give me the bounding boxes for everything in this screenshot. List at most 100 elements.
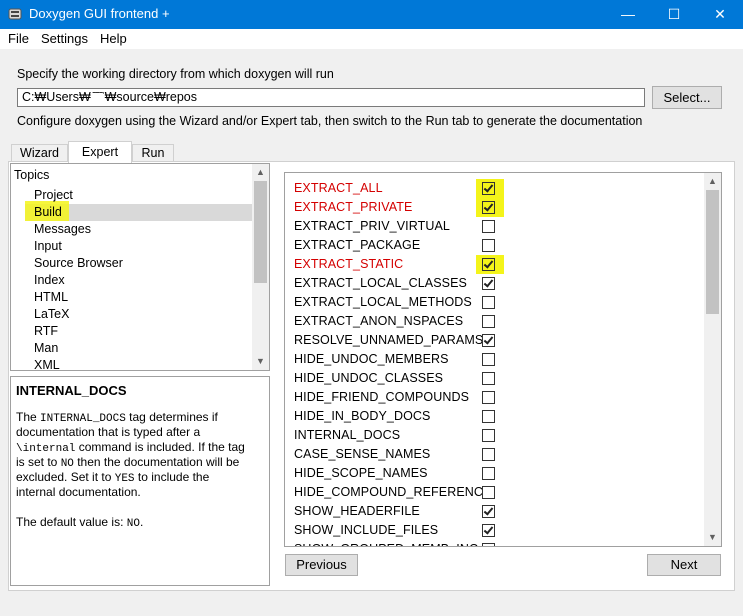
tab-wizard[interactable]: Wizard <box>11 144 68 162</box>
scroll-up-icon[interactable]: ▲ <box>704 173 721 190</box>
option-checkbox[interactable] <box>482 353 495 366</box>
minimize-button[interactable]: — <box>605 0 651 29</box>
option-name: EXTRACT_LOCAL_METHODS <box>294 295 472 309</box>
previous-button[interactable]: Previous <box>285 554 358 576</box>
topic-source-browser[interactable]: Source Browser <box>34 256 123 270</box>
help-code: NO <box>126 518 140 530</box>
help-code: YES <box>114 473 135 485</box>
options-scrollbar[interactable]: ▲ ▼ <box>704 173 721 546</box>
topic-messages[interactable]: Messages <box>34 222 91 236</box>
scroll-down-icon[interactable]: ▼ <box>704 529 721 546</box>
help-code: NO <box>60 458 74 470</box>
topic-html[interactable]: HTML <box>34 290 68 304</box>
topic-man[interactable]: Man <box>34 341 58 355</box>
tab-expert[interactable]: Expert <box>68 141 132 163</box>
checkmark-icon <box>483 505 494 516</box>
option-row: EXTRACT_LOCAL_METHODS <box>285 293 705 312</box>
option-checkbox[interactable] <box>482 182 495 195</box>
menu-help[interactable]: Help <box>100 31 127 46</box>
option-row: SHOW_GROUPED_MEMB_INC <box>285 540 705 546</box>
help-text-line: internal documentation. <box>16 485 141 499</box>
option-row: SHOW_INCLUDE_FILES <box>285 521 705 540</box>
option-row: INTERNAL_DOCS <box>285 426 705 445</box>
option-checkbox[interactable] <box>482 258 495 271</box>
option-checkbox[interactable] <box>482 467 495 480</box>
option-row: HIDE_UNDOC_CLASSES <box>285 369 705 388</box>
option-name: EXTRACT_LOCAL_CLASSES <box>294 276 467 290</box>
option-row: EXTRACT_ANON_NSPACES <box>285 312 705 331</box>
option-checkbox[interactable] <box>482 524 495 537</box>
checkmark-icon <box>483 258 494 269</box>
option-row: EXTRACT_PRIV_VIRTUAL <box>285 217 705 236</box>
menu-settings[interactable]: Settings <box>41 31 88 46</box>
topic-build[interactable]: Build <box>34 205 62 219</box>
tab-run[interactable]: Run <box>132 144 174 162</box>
topic-xml[interactable]: XML <box>34 358 60 370</box>
option-row: EXTRACT_LOCAL_CLASSES <box>285 274 705 293</box>
help-text-line: excluded. Set it to YES to include the <box>16 470 209 485</box>
menu-bar: File Settings Help <box>0 29 743 49</box>
option-checkbox[interactable] <box>482 486 495 499</box>
option-checkbox[interactable] <box>482 410 495 423</box>
option-checkbox[interactable] <box>482 372 495 385</box>
checkmark-icon <box>483 334 494 345</box>
topic-project[interactable]: Project <box>34 188 73 202</box>
topics-scrollbar[interactable]: ▲ ▼ <box>252 164 269 370</box>
help-code: \internal <box>16 443 76 455</box>
scroll-thumb[interactable] <box>254 181 267 283</box>
checkmark-icon <box>483 182 494 193</box>
menu-file[interactable]: File <box>8 31 29 46</box>
option-row: CASE_SENSE_NAMES <box>285 445 705 464</box>
help-title: INTERNAL_DOCS <box>16 383 127 398</box>
option-name: HIDE_SCOPE_NAMES <box>294 466 428 480</box>
option-name: EXTRACT_PRIV_VIRTUAL <box>294 219 450 233</box>
topic-index[interactable]: Index <box>34 273 65 287</box>
next-button[interactable]: Next <box>647 554 721 576</box>
option-row: EXTRACT_ALL <box>285 179 705 198</box>
option-checkbox[interactable] <box>482 277 495 290</box>
select-dir-button[interactable]: Select... <box>652 86 722 109</box>
configure-instructions: Configure doxygen using the Wizard and/o… <box>17 114 643 128</box>
option-checkbox[interactable] <box>482 239 495 252</box>
topic-latex[interactable]: LaTeX <box>34 307 69 321</box>
option-name: EXTRACT_STATIC <box>294 257 404 271</box>
help-text-line: The default value is: NO. <box>16 515 143 530</box>
option-name: SHOW_HEADERFILE <box>294 504 420 518</box>
option-row: SHOW_HEADERFILE <box>285 502 705 521</box>
option-checkbox[interactable] <box>482 505 495 518</box>
option-name: HIDE_FRIEND_COMPOUNDS <box>294 390 470 404</box>
topics-header: Topics <box>14 168 50 182</box>
option-name: HIDE_UNDOC_MEMBERS <box>294 352 449 366</box>
option-checkbox[interactable] <box>482 220 495 233</box>
option-checkbox[interactable] <box>482 315 495 328</box>
option-name: HIDE_UNDOC_CLASSES <box>294 371 444 385</box>
option-checkbox[interactable] <box>482 429 495 442</box>
help-text: The <box>16 410 41 424</box>
help-text: tag determines if <box>125 410 218 424</box>
option-checkbox[interactable] <box>482 201 495 214</box>
option-name: HIDE_IN_BODY_DOCS <box>294 409 431 423</box>
topic-rtf[interactable]: RTF <box>34 324 58 338</box>
help-text-line: \internal command is included. If the ta… <box>16 440 245 455</box>
maximize-button[interactable]: ☐ <box>651 0 697 29</box>
working-dir-input[interactable]: C:₩Users₩ ̄ ̄ ̄ ̈₩source₩repos <box>17 88 645 107</box>
help-text: to include the <box>134 470 210 484</box>
option-checkbox[interactable] <box>482 391 495 404</box>
help-text: documentation that is typed after a <box>16 425 201 439</box>
option-row: RESOLVE_UNNAMED_PARAMS <box>285 331 705 350</box>
topic-input[interactable]: Input <box>34 239 62 253</box>
help-panel: INTERNAL_DOCS The INTERNAL_DOCS tag dete… <box>10 376 270 586</box>
option-row: EXTRACT_PRIVATE <box>285 198 705 217</box>
scroll-up-icon[interactable]: ▲ <box>252 164 269 181</box>
help-text-line: The INTERNAL_DOCS tag determines if <box>16 410 218 425</box>
option-checkbox[interactable] <box>482 334 495 347</box>
close-button[interactable]: ✕ <box>697 0 743 29</box>
scroll-down-icon[interactable]: ▼ <box>252 353 269 370</box>
option-checkbox[interactable] <box>482 296 495 309</box>
option-checkbox[interactable] <box>482 543 495 546</box>
option-row: HIDE_COMPOUND_REFERENCE <box>285 483 705 502</box>
help-text: command is included. If the tag <box>75 440 245 454</box>
option-checkbox[interactable] <box>482 448 495 461</box>
option-row: HIDE_FRIEND_COMPOUNDS <box>285 388 705 407</box>
scroll-thumb[interactable] <box>706 190 719 314</box>
